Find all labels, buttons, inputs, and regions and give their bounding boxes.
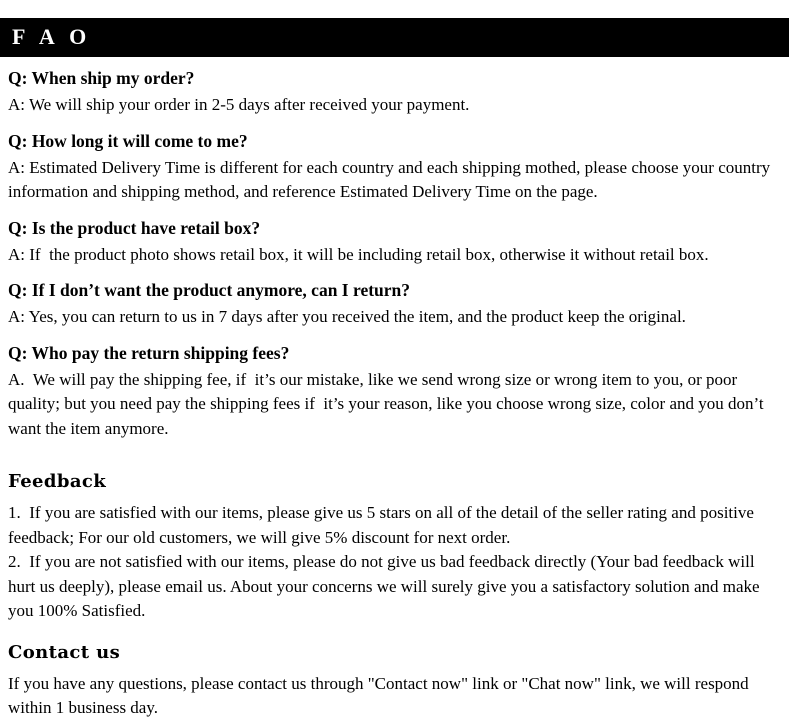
faq-question: Q: Who pay the return shipping fees? [8,342,290,363]
faq-title-bar: F A O [0,18,789,57]
page-title: F A O [12,24,92,49]
faq-item: Q: Is the product have retail box? A: If… [8,216,784,268]
faq-page: F A O Q: When ship my order? A: We will … [0,0,800,717]
faq-question: Q: How long it will come to me? [8,130,248,151]
faq-answer: A: We will ship your order in 2-5 days a… [8,95,470,114]
faq-question: Q: When ship my order? [8,68,195,88]
faq-answer: A: Estimated Delivery Time is different … [8,157,775,202]
faq-answer: A. We will pay the shipping fee, if it’s… [8,369,768,438]
faq-item: Q: How long it will come to me? A: Estim… [8,129,784,205]
faq-item: Q: When ship my order? A: We will ship y… [8,66,784,118]
contact-body: If you have any questions, please contac… [8,673,753,718]
feedback-heading: Feedback [8,471,107,492]
contact-heading: Contact us [8,641,121,663]
faq-answer: A: Yes, you can return to us in 7 days a… [8,307,686,326]
faq-content: Q: When ship my order? A: We will ship y… [8,66,784,721]
feedback-body: 1. If you are satisfied with our items, … [8,503,760,620]
faq-item: Q: If I don’t want the product anymore, … [8,278,784,330]
faq-question: Q: Is the product have retail box? [8,217,261,238]
faq-answer: A: If the product photo shows retail box… [8,244,709,264]
faq-item: Q: Who pay the return shipping fees? A. … [8,341,784,442]
faq-question: Q: If I don’t want the product anymore, … [8,280,411,300]
